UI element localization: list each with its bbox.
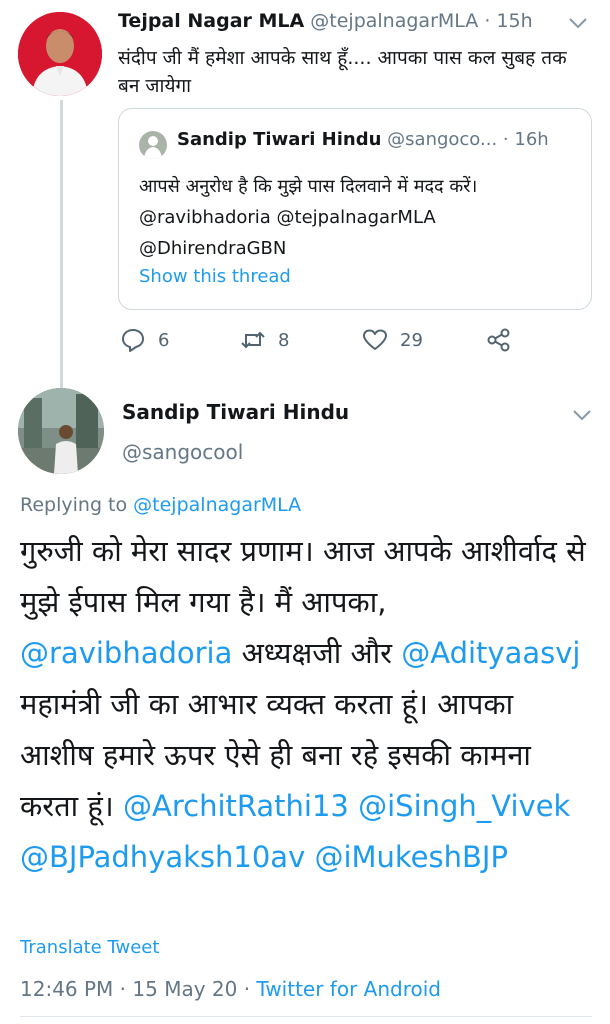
quoted-header: Sandip Tiwari Hindu @sangoco... · 16h: [177, 129, 587, 150]
tweet-text: अध्यक्षजी और: [232, 636, 402, 670]
quoted-tweet[interactable]: Sandip Tiwari Hindu @sangoco... · 16h आप…: [118, 108, 592, 310]
retweet-count: 8: [278, 329, 290, 351]
tweet-meta: 12:46 PM · 15 May 20 · Twitter for Andro…: [20, 977, 441, 1001]
mention-link[interactable]: @iSingh_Vivek: [358, 789, 570, 823]
retweet-icon: [241, 331, 265, 349]
mention-link[interactable]: @iMukeshBJP: [314, 840, 507, 874]
tweet-time[interactable]: 15h: [496, 10, 532, 32]
time-separator: ·: [484, 10, 491, 32]
tweet-actions: 6 8 29: [118, 322, 598, 358]
tweet-body: गुरुजी को मेरा सादर प्रणाम। आज आपके आशीर…: [20, 526, 590, 883]
quoted-text-line: आपसे अनुरोध है कि मुझे पास दिलवाने में म…: [139, 176, 478, 197]
share-button[interactable]: [486, 322, 524, 358]
author-handle[interactable]: @tejpalnagarMLA: [310, 10, 478, 32]
quoted-author-name: Sandip Tiwari Hindu: [177, 129, 382, 150]
chevron-down-icon[interactable]: [568, 16, 588, 30]
quoted-text-line: @DhirendraGBN: [139, 238, 287, 259]
author-handle[interactable]: @sangocool: [122, 440, 243, 464]
tweet-text: गुरुजी को मेरा सादर प्रणाम। आज आपके आशीर…: [20, 534, 586, 619]
share-icon: [487, 328, 510, 352]
person-photo-icon: [139, 131, 167, 159]
chevron-down-icon[interactable]: [572, 408, 592, 422]
retweet-button[interactable]: 8: [240, 322, 289, 358]
quoted-text-line: @ravibhadoria @tejpalnagarMLA: [139, 207, 436, 228]
divider: [20, 1016, 592, 1017]
tweet-header: Tejpal Nagar MLA @tejpalnagarMLA · 15h: [118, 10, 598, 38]
quoted-text: आपसे अनुरोध है कि मुझे पास दिलवाने में म…: [139, 171, 579, 264]
quoted-time: 16h: [514, 129, 549, 150]
replying-mention-link[interactable]: @tejpalnagarMLA: [133, 494, 301, 516]
like-button[interactable]: 29: [362, 322, 423, 358]
quoted-author-handle: @sangoco...: [387, 129, 498, 150]
quoted-avatar: [139, 131, 167, 159]
author-name[interactable]: Tejpal Nagar MLA: [118, 10, 304, 32]
avatar[interactable]: [18, 12, 102, 96]
thread-connector-line: [60, 100, 63, 390]
mention-link[interactable]: @ravibhadoria: [20, 636, 232, 670]
reply-icon: [122, 329, 144, 352]
replying-prefix: Replying to: [20, 494, 128, 516]
tweet-timestamp[interactable]: 12:46 PM · 15 May 20 ·: [20, 977, 256, 1001]
author-name[interactable]: Sandip Tiwari Hindu: [122, 400, 349, 424]
mention-link[interactable]: @ArchitRathi13: [123, 789, 349, 823]
person-photo-icon: [18, 12, 102, 96]
translate-tweet-link[interactable]: Translate Tweet: [20, 937, 159, 958]
reply-button[interactable]: 6: [120, 322, 169, 358]
reply-count: 6: [158, 329, 170, 351]
avatar[interactable]: [18, 388, 104, 474]
time-separator: ·: [502, 129, 509, 150]
show-thread-link[interactable]: Show this thread: [139, 266, 291, 287]
mention-link[interactable]: @Adityaasvj: [401, 636, 580, 670]
like-count: 29: [400, 329, 423, 351]
person-photo-icon: [18, 388, 104, 474]
heart-icon: [363, 329, 387, 350]
mention-link[interactable]: @BJPadhyaksh10av: [20, 840, 305, 874]
tweet-text: संदीप जी मैं हमेशा आपके साथ हूँ.... आपका…: [118, 47, 567, 97]
replying-to: Replying to @tejpalnagarMLA: [20, 494, 301, 516]
tweet-source-link[interactable]: Twitter for Android: [256, 977, 441, 1001]
